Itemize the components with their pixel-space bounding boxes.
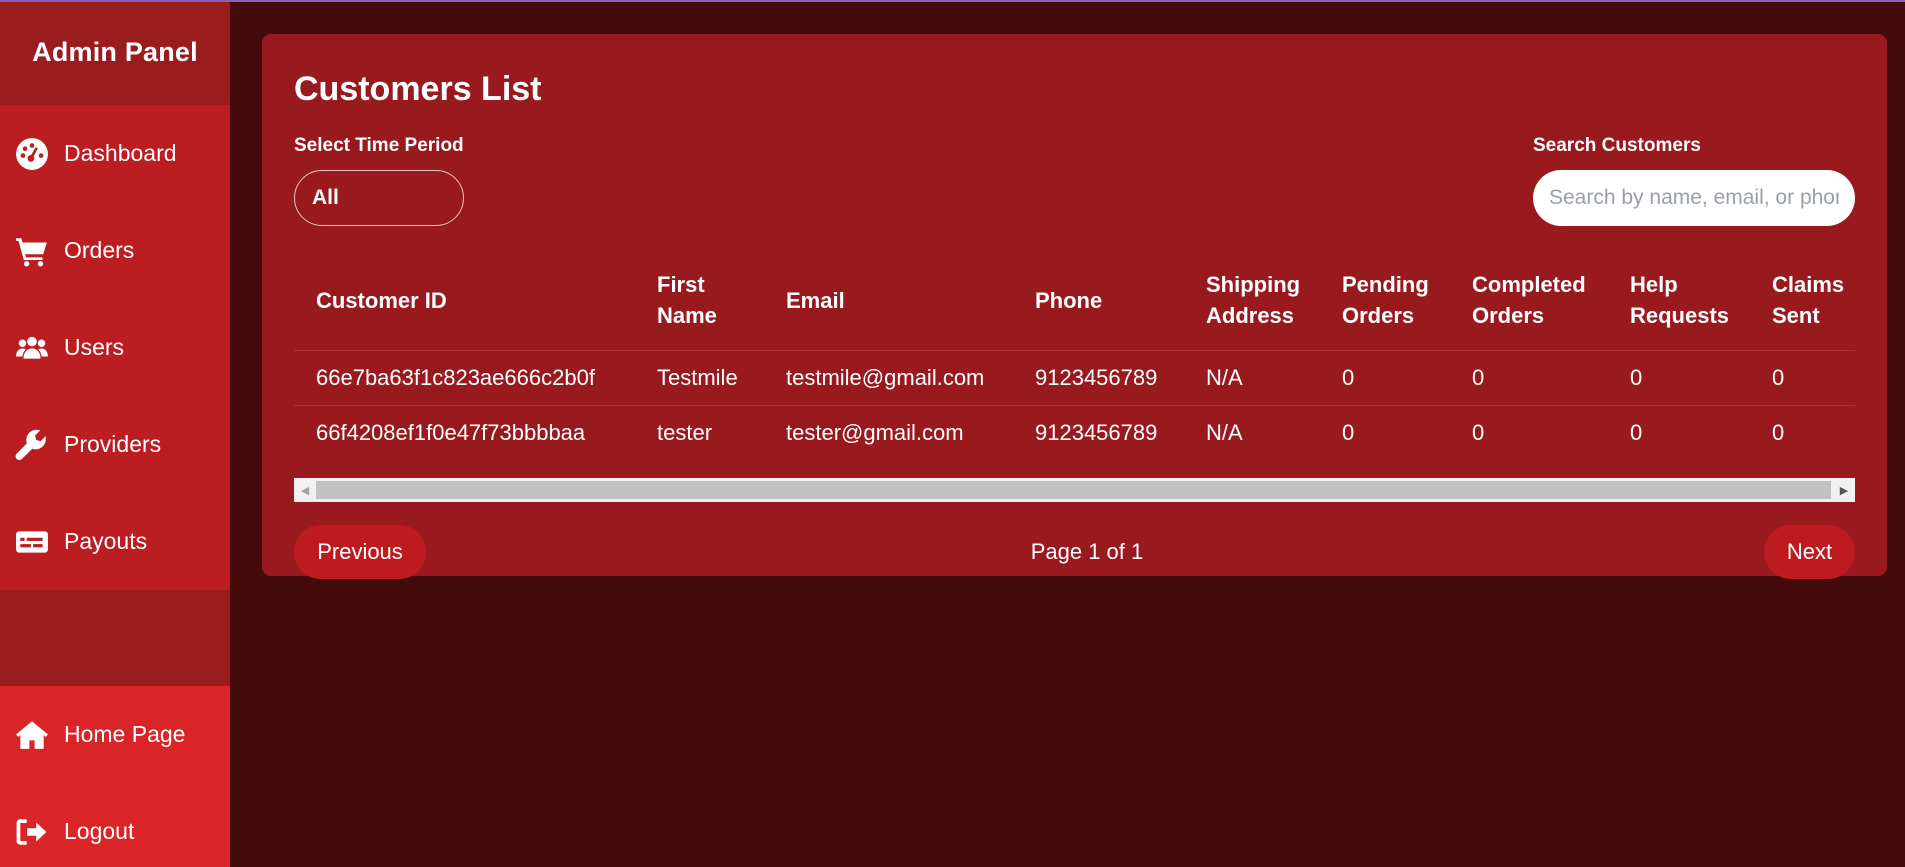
sidebar-nav: Dashboard Orders Users Providers Payouts [0, 105, 230, 590]
page-title: Customers List [294, 70, 542, 108]
sidebar-item-payouts[interactable]: Payouts [0, 493, 230, 590]
cell-email: tester@gmail.com [786, 419, 964, 445]
column-header-completed-orders: Completed Orders [1450, 251, 1608, 351]
logout-icon [15, 815, 49, 849]
sidebar-item-label: Logout [64, 818, 135, 844]
column-header-shipping-address: Shipping Address [1184, 251, 1320, 351]
cell-shipping-address: N/A [1184, 350, 1320, 406]
sidebar-item-dashboard[interactable]: Dashboard [0, 105, 230, 202]
sidebar-item-logout[interactable]: Logout [0, 783, 230, 867]
time-period-label: Select Time Period [294, 135, 464, 156]
money-check-icon [15, 525, 49, 559]
sidebar-item-label: Dashboard [64, 140, 177, 166]
scroll-left-arrow-icon[interactable]: ◀ [294, 478, 316, 502]
cell-customer-id: 66e7ba63f1c823ae666c2b0f [294, 350, 635, 406]
sidebar-item-users[interactable]: Users [0, 299, 230, 396]
cell-claims-sent: 0 [1772, 419, 1785, 445]
customers-table: Customer ID First Name Email Phone Shipp… [294, 251, 1855, 460]
column-header-first-name: First Name [635, 251, 764, 351]
cell-phone: 9123456789 [1035, 419, 1158, 445]
search-label: Search Customers [1533, 135, 1701, 156]
users-icon [15, 331, 49, 365]
sidebar-item-providers[interactable]: Providers [0, 396, 230, 493]
sidebar-bottom: Home Page Logout [0, 686, 230, 867]
column-header-customer-id: Customer ID [294, 251, 635, 351]
cell-help-requests: 0 [1608, 350, 1750, 406]
sidebar-item-label: Providers [64, 431, 162, 457]
horizontal-scrollbar[interactable]: ◀ ▶ [294, 478, 1855, 502]
sidebar-item-label: Payouts [64, 528, 148, 554]
brand-title: Admin Panel [32, 37, 198, 67]
customers-card: Customers List Select Time Period All Se… [262, 34, 1887, 579]
column-header-email: Email [764, 251, 1013, 351]
sidebar-item-orders[interactable]: Orders [0, 202, 230, 299]
column-header-claims-sent: Claims Sent [1750, 251, 1855, 351]
search-input[interactable] [1533, 170, 1855, 226]
top-accent-line [0, 0, 1905, 2]
page-info: Page 1 of 1 [1030, 539, 1144, 564]
table-row[interactable]: 66e7ba63f1c823ae666c2b0f Testmile testmi… [294, 350, 1855, 406]
cell-phone: 9123456789 [1013, 350, 1184, 406]
previous-button[interactable]: Previous [294, 525, 426, 579]
table-row[interactable]: 66f4208ef1f0e47f73bbbbaa tester tester@g… [294, 405, 1855, 460]
cell-pending-orders: 0 [1320, 350, 1450, 406]
cell-completed-orders: 0 [1472, 419, 1485, 445]
column-header-help-requests: Help Requests [1608, 251, 1750, 351]
cell-first-name: tester [657, 419, 713, 445]
sidebar-brand: Admin Panel [0, 0, 230, 105]
cell-first-name: Testmile [635, 350, 764, 406]
time-period-value: All [312, 186, 339, 209]
cell-claims-sent: 0 [1750, 350, 1855, 406]
scrollbar-thumb[interactable] [316, 481, 1831, 499]
cart-icon [15, 234, 49, 268]
cell-completed-orders: 0 [1450, 350, 1608, 406]
sidebar-item-label: Orders [64, 237, 135, 263]
table-header-row: Customer ID First Name Email Phone Shipp… [294, 251, 1855, 351]
scroll-right-arrow-icon[interactable]: ▶ [1833, 478, 1855, 502]
column-header-pending-orders: Pending Orders [1320, 251, 1450, 351]
next-button[interactable]: Next [1764, 525, 1855, 579]
dashboard-gauge-icon [15, 137, 49, 171]
time-period-select[interactable]: All [294, 170, 464, 226]
cell-email: testmile@gmail.com [764, 350, 1013, 406]
wrench-icon [15, 428, 49, 462]
sidebar-item-home-page[interactable]: Home Page [0, 686, 230, 783]
cell-help-requests: 0 [1630, 419, 1643, 445]
cell-customer-id: 66f4208ef1f0e47f73bbbbaa [316, 419, 586, 445]
home-icon [15, 718, 49, 752]
column-header-phone: Phone [1013, 251, 1184, 351]
sidebar-item-label: Users [64, 334, 125, 360]
customers-table-container: Customer ID First Name Email Phone Shipp… [294, 251, 1855, 501]
cell-pending-orders: 0 [1342, 419, 1355, 445]
sidebar-item-label: Home Page [64, 721, 186, 747]
sidebar: Admin Panel Dashboard Orders Users Provi… [0, 0, 230, 867]
cell-shipping-address: N/A [1206, 419, 1243, 445]
